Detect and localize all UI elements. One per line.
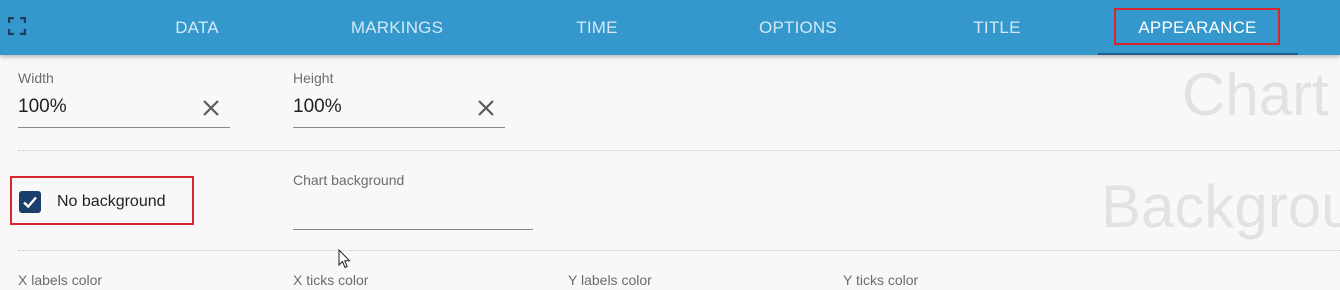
top-navigation-bar: DATA MARKINGS TIME OPTIONS TITLE APPEARA… — [0, 0, 1340, 55]
height-clear-icon[interactable] — [475, 97, 497, 119]
chart-background-underline — [293, 229, 533, 230]
y-ticks-color-label: Y ticks color — [843, 272, 919, 288]
tab-time[interactable]: TIME — [552, 0, 642, 55]
height-label: Height — [293, 70, 334, 86]
no-background-checkbox[interactable] — [19, 191, 41, 213]
tab-markings[interactable]: MARKINGS — [326, 0, 468, 55]
section-heading-chart: Chart — [1182, 61, 1329, 128]
width-label: Width — [18, 70, 54, 86]
mouse-cursor-icon — [338, 249, 351, 269]
height-underline — [293, 127, 505, 128]
appearance-tab-highlight — [1114, 8, 1280, 45]
width-underline — [18, 127, 230, 128]
section-heading-background: Backgrou — [1101, 173, 1340, 240]
chart-background-label: Chart background — [293, 172, 405, 188]
y-labels-color-label: Y labels color — [568, 272, 652, 288]
width-clear-icon[interactable] — [200, 97, 222, 119]
section-divider — [18, 150, 1340, 151]
checkmark-icon — [23, 196, 37, 209]
height-input[interactable]: 100% — [293, 96, 342, 118]
fullscreen-icon[interactable] — [8, 17, 26, 35]
width-input[interactable]: 100% — [18, 96, 67, 118]
tab-options[interactable]: OPTIONS — [738, 0, 858, 55]
x-ticks-color-label: X ticks color — [293, 272, 369, 288]
no-background-label[interactable]: No background — [57, 193, 166, 211]
x-labels-color-label: X labels color — [18, 272, 103, 288]
section-divider — [18, 250, 1340, 251]
tab-data[interactable]: DATA — [142, 0, 252, 55]
active-tab-indicator — [1098, 53, 1298, 55]
tab-title[interactable]: TITLE — [952, 0, 1042, 55]
